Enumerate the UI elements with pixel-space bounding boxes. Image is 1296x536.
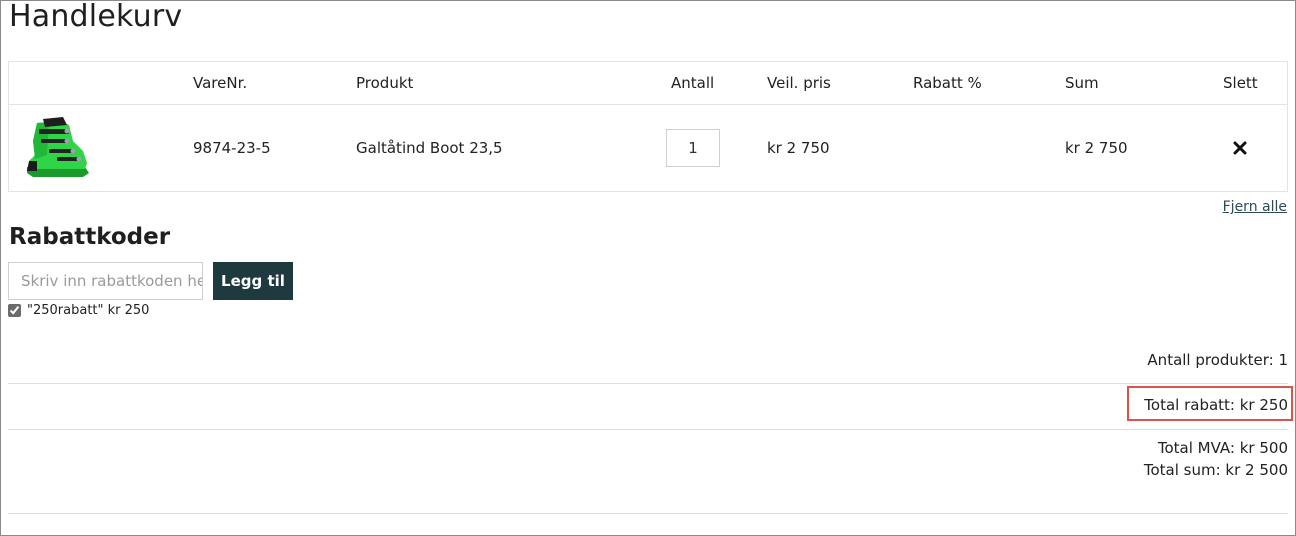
applied-code-checkbox[interactable] <box>8 303 21 317</box>
quantity-input[interactable] <box>666 129 720 167</box>
applied-code-label: "250rabatt" kr 250 <box>27 302 150 318</box>
column-header-price: Veil. pris <box>767 74 831 92</box>
cart-header-row: VareNr. Produkt Antall Veil. pris Rabatt… <box>9 62 1287 105</box>
column-header-delete: Slett <box>1223 74 1258 92</box>
add-discount-button[interactable]: Legg til <box>213 262 293 300</box>
delete-icon[interactable] <box>1233 141 1247 155</box>
item-price: kr 2 750 <box>767 139 830 157</box>
total-sum: Total sum: kr 2 500 <box>1143 461 1288 479</box>
discount-code-input[interactable] <box>8 262 203 300</box>
column-header-item-no: VareNr. <box>193 74 248 92</box>
column-header-quantity: Antall <box>671 74 715 92</box>
product-name[interactable]: Galtåtind Boot 23,5 <box>356 139 503 157</box>
column-header-product: Produkt <box>356 74 414 92</box>
cart-table: VareNr. Produkt Antall Veil. pris Rabatt… <box>8 61 1288 192</box>
discount-codes-title: Rabattkoder <box>9 224 171 250</box>
item-number: 9874-23-5 <box>193 139 271 157</box>
summary-divider <box>8 429 1288 430</box>
applied-discount-code: "250rabatt" kr 250 <box>8 302 149 318</box>
product-count: Antall produkter: 1 <box>1147 351 1288 369</box>
summary-divider <box>8 513 1288 514</box>
ski-boot-image[interactable] <box>23 115 95 181</box>
column-header-sum: Sum <box>1065 74 1099 92</box>
remove-all-link[interactable]: Fjern alle <box>1223 199 1287 215</box>
page-title: Handlekurv <box>9 0 183 34</box>
column-header-discount: Rabatt % <box>913 74 982 92</box>
summary-divider <box>8 383 1288 384</box>
total-vat: Total MVA: kr 500 <box>1157 439 1288 457</box>
item-sum: kr 2 750 <box>1065 139 1128 157</box>
cart-row: 9874-23-5 Galtåtind Boot 23,5 kr 2 750 k… <box>9 105 1287 191</box>
total-discount-highlight <box>1127 386 1293 421</box>
